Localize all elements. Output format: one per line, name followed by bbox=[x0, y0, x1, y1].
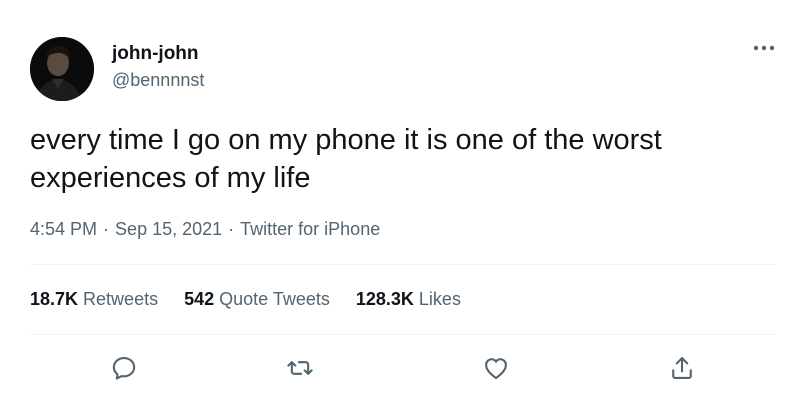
likes-count: 128.3K bbox=[355, 289, 414, 309]
divider bbox=[30, 264, 775, 265]
likes-stat[interactable]: 128.3K Likes bbox=[356, 285, 461, 313]
tweet-text: every time I go on my phone it is one of… bbox=[30, 124, 662, 194]
tweet-time[interactable]: 4:54 PM bbox=[30, 219, 97, 239]
share-icon bbox=[672, 357, 692, 379]
retweets-count: 18.7K bbox=[30, 289, 79, 309]
retweet-icon bbox=[287, 361, 313, 375]
more-options-button[interactable] bbox=[748, 36, 780, 60]
quote-tweets-label: Quote Tweets bbox=[219, 289, 330, 309]
tweet-source[interactable]: Twitter for iPhone bbox=[240, 219, 380, 239]
tweet-metadata: 4:54 PM · Sep 15, 2021 · Twitter for iPhone bbox=[30, 215, 380, 243]
heart-icon bbox=[485, 358, 507, 379]
tweet-date[interactable]: Sep 15, 2021 bbox=[115, 219, 222, 239]
avatar[interactable] bbox=[30, 37, 94, 101]
meta-separator: · bbox=[103, 219, 110, 239]
tweet-card: john-john @bennnnst every time I go on m… bbox=[0, 0, 800, 420]
more-horizontal-icon bbox=[753, 45, 775, 51]
retweets-label: Retweets bbox=[83, 289, 159, 309]
retweet-button[interactable] bbox=[280, 348, 320, 388]
author-display-name[interactable]: john-john bbox=[112, 42, 199, 66]
likes-label: Likes bbox=[418, 289, 461, 309]
reply-button[interactable] bbox=[104, 348, 144, 388]
like-button[interactable] bbox=[476, 348, 516, 388]
quote-tweets-stat[interactable]: 542 Quote Tweets bbox=[184, 285, 330, 313]
meta-separator: · bbox=[228, 219, 235, 239]
divider bbox=[30, 334, 775, 335]
author-handle[interactable]: @bennnnst bbox=[112, 68, 204, 92]
quote-tweets-count: 542 bbox=[184, 289, 215, 309]
tweet-actions bbox=[0, 348, 800, 388]
retweets-stat[interactable]: 18.7K Retweets bbox=[30, 285, 158, 313]
share-button[interactable] bbox=[662, 348, 702, 388]
avatar-image bbox=[30, 37, 94, 101]
tweet-stats: 18.7K Retweets 542 Quote Tweets 128.3K Like… bbox=[30, 285, 461, 313]
reply-icon bbox=[112, 357, 136, 380]
